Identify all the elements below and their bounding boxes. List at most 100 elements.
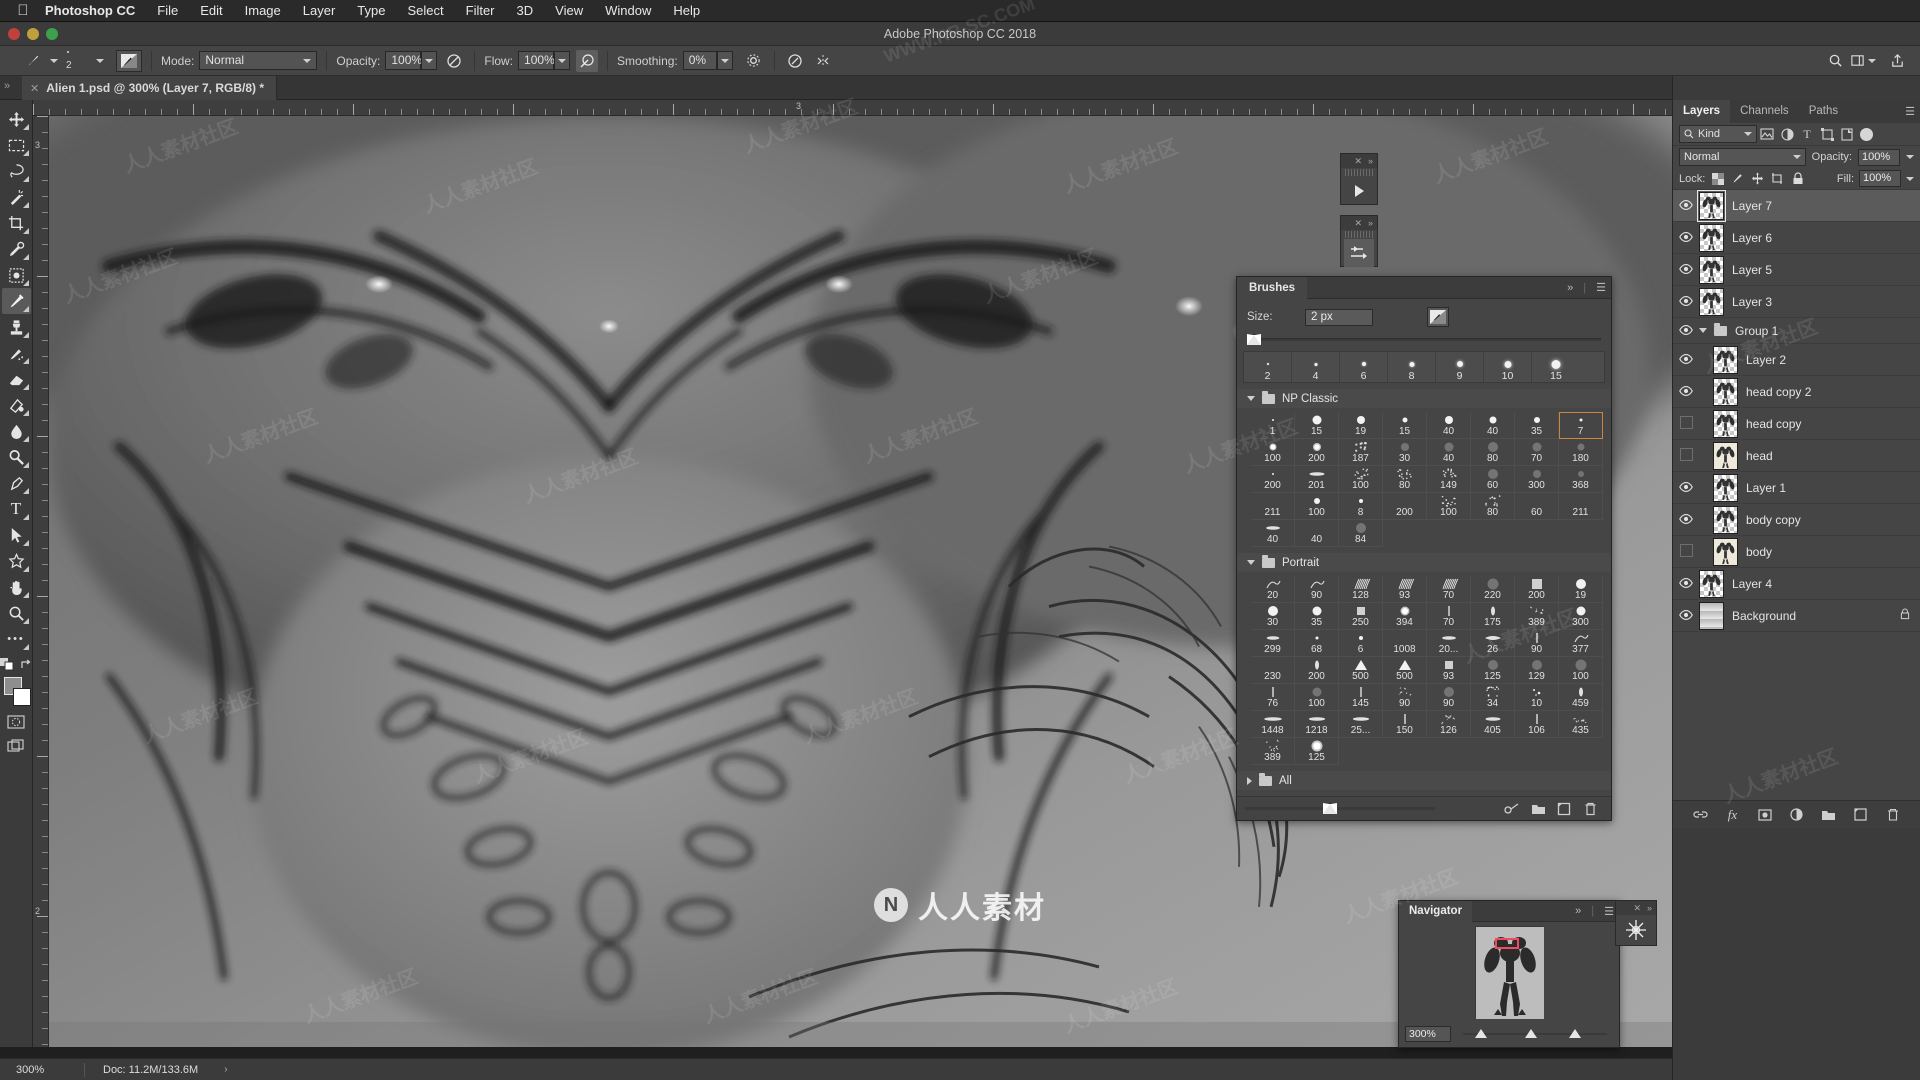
brush-cell[interactable]: 129 (1515, 657, 1559, 684)
brush-cell[interactable]: 405 (1471, 711, 1515, 738)
menu-file[interactable]: File (146, 0, 189, 22)
brush-cell[interactable]: 30 (1383, 439, 1427, 466)
workspace-switcher-icon[interactable] (1846, 50, 1868, 72)
smoothing-dropdown[interactable] (717, 51, 733, 70)
color-mode-row[interactable] (0, 658, 33, 671)
brush-cell[interactable]: 435 (1559, 711, 1603, 738)
tablet-pressure-opacity-icon[interactable] (443, 50, 465, 72)
brush-cell[interactable]: 93 (1383, 576, 1427, 603)
lock-transparent-pixels-icon[interactable] (1710, 171, 1725, 186)
layers-panel[interactable]: Layers Channels Paths ☰ Kind T Normal Op… (1673, 100, 1920, 828)
brush-cell[interactable]: 250 (1339, 603, 1383, 630)
brush-quick-size-row[interactable]: 2 4 6 8 9 10 15 (1243, 351, 1605, 383)
layer-thumbnail[interactable] (1699, 224, 1724, 252)
brush-cell[interactable]: 230 (1251, 657, 1295, 684)
brush-group-portrait[interactable]: Portrait (1237, 553, 1611, 572)
new-layer-icon[interactable] (1852, 806, 1870, 824)
brush-cell[interactable]: 459 (1559, 684, 1603, 711)
menu-3d[interactable]: 3D (506, 0, 545, 22)
brush-cell[interactable]: 15 (1383, 412, 1427, 439)
lasso-tool[interactable] (2, 158, 31, 184)
layer-thumbnail[interactable] (1713, 346, 1738, 374)
new-brush-icon[interactable] (1551, 797, 1577, 821)
layer-name[interactable]: Layer 5 (1732, 263, 1772, 277)
brush-cell[interactable]: 145 (1339, 684, 1383, 711)
brush-cell[interactable]: 100 (1339, 466, 1383, 493)
layer-fill-input[interactable]: 100% (1859, 170, 1901, 187)
tab-navigator[interactable]: Navigator (1399, 901, 1472, 922)
layer-row[interactable]: Background (1673, 600, 1920, 632)
layer-fill-chevron-icon[interactable] (1906, 177, 1914, 181)
layer-name[interactable]: Layer 7 (1732, 199, 1772, 213)
layer-list[interactable]: Layer 7 Layer 6 Layer 5 Layer 3 Group 1 Layer… (1673, 190, 1920, 828)
expand-icon[interactable]: » (1647, 903, 1652, 913)
lock-image-pixels-icon[interactable] (1730, 171, 1745, 186)
layer-row[interactable]: head copy 2 (1673, 376, 1920, 408)
close-icon[interactable]: ✕ (1354, 156, 1362, 167)
symmetry-icon[interactable] (812, 50, 834, 72)
layer-style-fx-icon[interactable]: fx (1724, 806, 1742, 824)
layer-row[interactable]: Layer 2 (1673, 344, 1920, 376)
screen-mode-icon[interactable] (5, 737, 27, 755)
brush-cell[interactable]: 35 (1295, 603, 1339, 630)
brush-cell[interactable]: 90 (1295, 576, 1339, 603)
brush-quick-size-cell[interactable]: 2 (1244, 352, 1292, 382)
opacity-dropdown[interactable] (421, 51, 437, 70)
brush-quick-size-cell[interactable]: 4 (1292, 352, 1340, 382)
new-fill-adjustment-layer-icon[interactable] (1788, 806, 1806, 824)
brush-cell[interactable]: 200 (1295, 657, 1339, 684)
brush-cell[interactable]: 40 (1295, 520, 1339, 547)
layer-blend-mode-select[interactable]: Normal (1679, 148, 1806, 166)
smart-object-filter-icon[interactable] (1837, 125, 1857, 143)
navigator-panel[interactable]: Navigator » | ☰ 300% (1398, 900, 1620, 1048)
brush-cell[interactable]: 389 (1515, 603, 1559, 630)
layer-visibility-eye-icon[interactable] (1673, 263, 1699, 277)
layer-row[interactable]: Layer 7 (1673, 190, 1920, 222)
brush-cell[interactable]: 68 (1295, 630, 1339, 657)
brush-cell[interactable]: 220 (1471, 576, 1515, 603)
brush-cell[interactable]: 60 (1471, 466, 1515, 493)
brush-cell[interactable]: 1 (1251, 412, 1295, 439)
new-brush-from-settings-icon[interactable] (1499, 797, 1525, 821)
brushes-panel[interactable]: Brushes » | ☰ Size: 2 px 2 4 6 8 9 10 15 NP Cl… (1236, 276, 1612, 821)
shape-layer-filter-icon[interactable] (1817, 125, 1837, 143)
expand-icon[interactable]: » (1368, 218, 1373, 228)
brush-cell[interactable]: 1218 (1295, 711, 1339, 738)
history-brush-tool[interactable] (2, 340, 31, 366)
tab-brushes[interactable]: Brushes (1237, 277, 1307, 299)
document-tab[interactable]: ✕ Alien 1.psd @ 300% (Layer 7, RGB/8) * (22, 76, 277, 100)
brush-cell[interactable]: 201 (1295, 466, 1339, 493)
crop-tool[interactable] (2, 210, 31, 236)
dodge-tool[interactable] (2, 444, 31, 470)
layer-opacity-input[interactable]: 100% (1858, 149, 1900, 166)
airbrush-icon[interactable] (576, 50, 598, 72)
brush-quick-size-cell[interactable]: 6 (1340, 352, 1388, 382)
tab-paths[interactable]: Paths (1799, 100, 1848, 123)
layer-name[interactable]: body (1746, 545, 1772, 559)
brush-tool[interactable] (2, 288, 31, 314)
brush-cell[interactable]: 150 (1383, 711, 1427, 738)
layer-visibility-eye-icon[interactable] (1673, 231, 1699, 245)
snowflake-icon[interactable] (1616, 915, 1656, 945)
layer-row[interactable]: Group 1 (1673, 318, 1920, 344)
brush-cell[interactable]: 7 (1559, 412, 1603, 439)
search-icon[interactable] (1824, 50, 1846, 72)
layer-row[interactable]: head copy (1673, 408, 1920, 440)
brush-quick-size-cell[interactable]: 8 (1388, 352, 1436, 382)
brush-cell[interactable]: 90 (1427, 684, 1471, 711)
close-icon[interactable]: ✕ (1633, 903, 1641, 914)
tab-layers[interactable]: Layers (1673, 100, 1730, 123)
eyedropper-tool[interactable] (2, 236, 31, 262)
pen-tool[interactable] (2, 470, 31, 496)
blur-tool[interactable] (2, 418, 31, 444)
layer-row[interactable]: Layer 1 (1673, 472, 1920, 504)
brush-size-value[interactable]: 2 px (1305, 309, 1373, 326)
brush-cell[interactable]: 84 (1339, 520, 1383, 547)
lock-all-icon[interactable] (1790, 171, 1805, 186)
brush-tip-thumbnail[interactable] (1427, 307, 1449, 327)
chevron-down-icon[interactable] (1247, 560, 1255, 565)
brush-cell[interactable]: 211 (1251, 493, 1295, 520)
status-zoom-level[interactable]: 300% (0, 1064, 84, 1076)
brush-cell[interactable]: 90 (1515, 630, 1559, 657)
brush-cell[interactable]: 93 (1427, 657, 1471, 684)
